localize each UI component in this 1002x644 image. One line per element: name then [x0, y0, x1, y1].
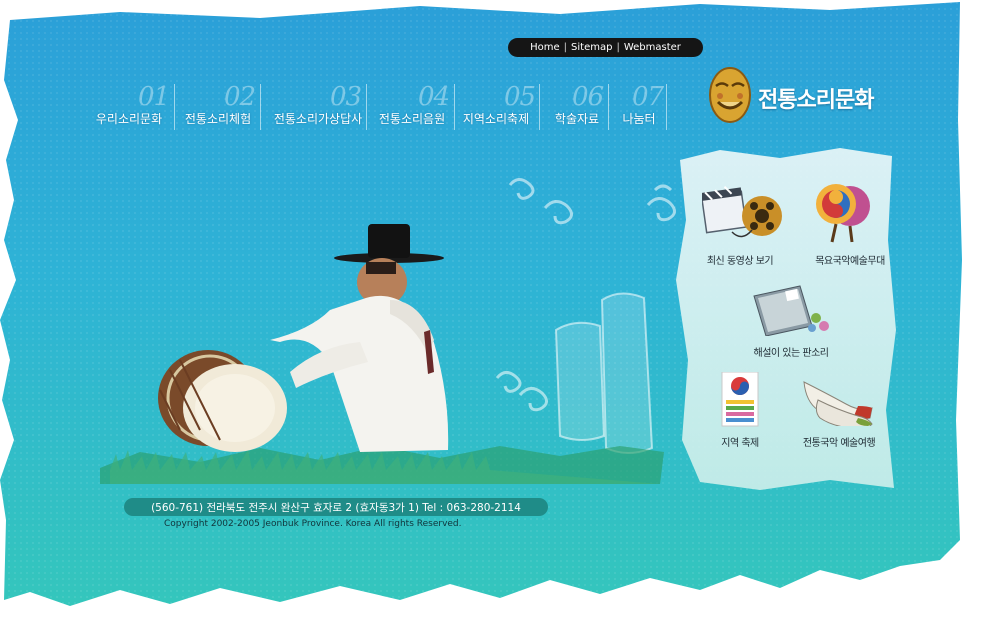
quick-item-video[interactable]: 최신 동영상 보기	[690, 186, 790, 267]
shoes-icon	[803, 381, 873, 426]
quick-item-label: 목요국악예술무대	[815, 256, 885, 267]
nav-number: 02	[224, 82, 256, 112]
page: Home | Sitemap | Webmaster 01 우리소리문화 02 …	[0, 0, 1002, 644]
address-bar: (560-761) 전라북도 전주시 완산구 효자로 2 (효자동3가 1) T…	[124, 498, 548, 516]
nav-divider	[174, 84, 175, 130]
nav-label: 학술자료	[554, 112, 600, 126]
nav-number: 03	[330, 82, 362, 112]
fan-icon	[816, 184, 870, 243]
nav-divider	[366, 84, 367, 130]
sitemap-link[interactable]: Sitemap	[567, 42, 616, 53]
nav-label: 나눔터	[622, 112, 656, 126]
nav-divider	[454, 84, 455, 130]
quick-item-thursday-stage[interactable]: 목요국악예술무대	[800, 184, 900, 267]
copyright-text: Copyright 2002-2005 Jeonbuk Province. Ko…	[164, 519, 462, 529]
nav-number: 06	[572, 82, 604, 112]
video-film-icon	[702, 186, 782, 238]
quick-item-label: 최신 동영상 보기	[706, 256, 774, 267]
quick-menu-panel: 최신 동영상 보기 목요국악예술무대 해설이 있는 판소리 지역 축제 전통국악…	[676, 150, 896, 490]
nav-item-2[interactable]: 02 전통소리체험	[178, 84, 258, 132]
quick-item-label: 전통국악 예술여행	[802, 438, 876, 449]
quick-item-festival[interactable]: 지역 축제	[700, 372, 780, 452]
quick-item-pansori[interactable]: 해설이 있는 판소리	[736, 284, 846, 364]
nav-item-5[interactable]: 05 지역소리축제	[458, 82, 536, 132]
quick-item-label: 해설이 있는 판소리	[753, 348, 829, 359]
nav-label: 지역소리축제	[462, 112, 530, 126]
nav-divider	[666, 84, 667, 130]
mask-icon	[709, 67, 751, 123]
nav-item-3[interactable]: 03 전통소리가상답사	[268, 84, 368, 132]
nav-item-6[interactable]: 06 학술자료	[544, 84, 610, 132]
nav-label: 전통소리체험	[184, 112, 252, 126]
nav-divider	[539, 84, 540, 130]
top-links-bar: Home | Sitemap | Webmaster	[508, 38, 703, 57]
nav-number: 05	[504, 82, 536, 112]
nav-number: 07	[632, 82, 664, 112]
quick-item-art-travel[interactable]: 전통국악 예술여행	[784, 372, 894, 452]
festival-flag-icon	[721, 372, 759, 427]
nav-number: 04	[418, 82, 450, 112]
nav-label: 우리소리문화	[95, 112, 163, 126]
nav-divider	[260, 84, 261, 130]
nav-item-1[interactable]: 01 우리소리문화	[88, 84, 170, 132]
nav-item-4[interactable]: 04 전통소리음원	[374, 84, 450, 132]
address-text: (560-761) 전라북도 전주시 완산구 효자로 2 (효자동3가 1) T…	[151, 501, 521, 514]
nav-label: 전통소리음원	[378, 112, 446, 126]
nav-label: 전통소리가상답사	[273, 112, 363, 126]
nav-number: 01	[138, 82, 170, 112]
home-link[interactable]: Home	[526, 42, 564, 53]
book-icon	[753, 285, 829, 336]
nav-item-7[interactable]: 07 나눔터	[612, 84, 666, 132]
webmaster-link[interactable]: Webmaster	[620, 42, 685, 53]
nav-divider	[608, 84, 609, 130]
site-logo[interactable]: 전통소리문화	[706, 66, 896, 126]
logo-title: 전통소리문화	[758, 87, 874, 113]
quick-item-label: 지역 축제	[721, 438, 759, 449]
